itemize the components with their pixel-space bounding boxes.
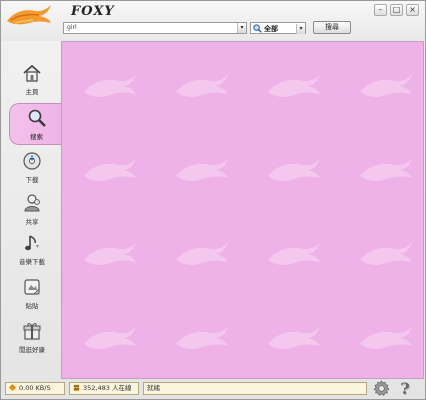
sidebar-item-search[interactable]: 搜索: [9, 103, 63, 145]
transfer-speed-value: 0.00 KB/S: [19, 384, 51, 392]
magnifier-icon: [28, 109, 46, 127]
sidebar-item-deals[interactable]: 閒逛好康: [5, 321, 59, 361]
fox-watermark: [360, 74, 412, 97]
close-button[interactable]: ×: [406, 4, 419, 16]
sidebar-item-label: 閒逛好康: [19, 346, 45, 354]
fox-watermark: [268, 242, 320, 265]
fox-watermark: [176, 326, 228, 349]
music-note-icon: [25, 235, 39, 251]
online-users-value: 352,483 人在線: [83, 384, 132, 392]
sidebar-item-stickers[interactable]: 貼貼: [5, 277, 59, 317]
search-history-dropdown-button[interactable]: ▾: [237, 23, 246, 33]
fox-watermark: [360, 158, 412, 181]
category-value: 全部: [264, 25, 278, 33]
speed-icon: [9, 384, 16, 391]
fox-watermark: [360, 326, 412, 349]
title-bar[interactable]: FOXY – □ × girl ▾ 全部 ▾ 搜尋: [1, 1, 425, 41]
fox-watermark: [176, 242, 228, 265]
sidebar-item-home[interactable]: 主頁: [5, 63, 59, 103]
sidebar-item-label: 搜索: [30, 133, 43, 141]
fox-watermark: [84, 326, 136, 349]
fox-watermark: [268, 74, 320, 97]
search-button[interactable]: 搜尋: [313, 21, 351, 34]
search-results-area[interactable]: [61, 41, 424, 379]
sidebar-item-label: 貼貼: [25, 302, 39, 310]
share-icon: [24, 194, 40, 212]
status-message: 就緒: [143, 382, 367, 395]
window-controls: – □ ×: [374, 4, 419, 16]
sidebar: 主頁 搜索 下載 共享 音樂下載 貼貼 閒逛好康: [1, 41, 63, 379]
sidebar-item-download[interactable]: 下載: [5, 151, 59, 191]
fox-watermark: [360, 242, 412, 265]
sidebar-item-label: 下載: [25, 176, 39, 184]
fox-watermark: [84, 74, 136, 97]
gift-icon: [23, 323, 41, 340]
magnifier-icon: [253, 24, 262, 33]
gear-icon[interactable]: [373, 380, 390, 397]
fox-watermark: [84, 242, 136, 265]
help-icon[interactable]: ?: [397, 380, 413, 397]
sidebar-item-share[interactable]: 共享: [5, 193, 59, 233]
online-users: 352,483 人在線: [69, 382, 139, 395]
fox-watermark: [176, 74, 228, 97]
transfer-speed: 0.00 KB/S: [5, 382, 65, 395]
fox-watermark-pattern: [84, 74, 412, 349]
category-select[interactable]: 全部 ▾: [250, 22, 306, 34]
download-disc-icon: [23, 152, 41, 170]
status-message-text: 就緒: [147, 384, 160, 392]
fox-watermark: [268, 326, 320, 349]
status-bar: 0.00 KB/S 352,483 人在線 就緒 ?: [1, 379, 425, 399]
home-icon: [23, 64, 41, 82]
category-dropdown-button[interactable]: ▾: [296, 24, 305, 34]
sidebar-item-label: 共享: [25, 218, 39, 226]
foxy-window: FOXY – □ × girl ▾ 全部 ▾ 搜尋 主頁 搜索 下載 共享 音樂…: [0, 0, 426, 400]
fox-logo-icon: [7, 5, 51, 25]
sidebar-item-label: 主頁: [25, 88, 39, 96]
fox-watermark: [84, 158, 136, 181]
minimize-button[interactable]: –: [374, 4, 387, 16]
fox-watermark: [268, 158, 320, 181]
sidebar-item-music-download[interactable]: 音樂下載: [5, 233, 59, 273]
app-title: FOXY: [71, 4, 115, 19]
users-icon: [73, 384, 80, 391]
sticker-icon: [24, 279, 40, 295]
search-input[interactable]: girl: [63, 22, 247, 34]
sidebar-item-label: 音樂下載: [19, 258, 45, 266]
maximize-button[interactable]: □: [390, 4, 403, 16]
fox-watermark: [176, 158, 228, 181]
